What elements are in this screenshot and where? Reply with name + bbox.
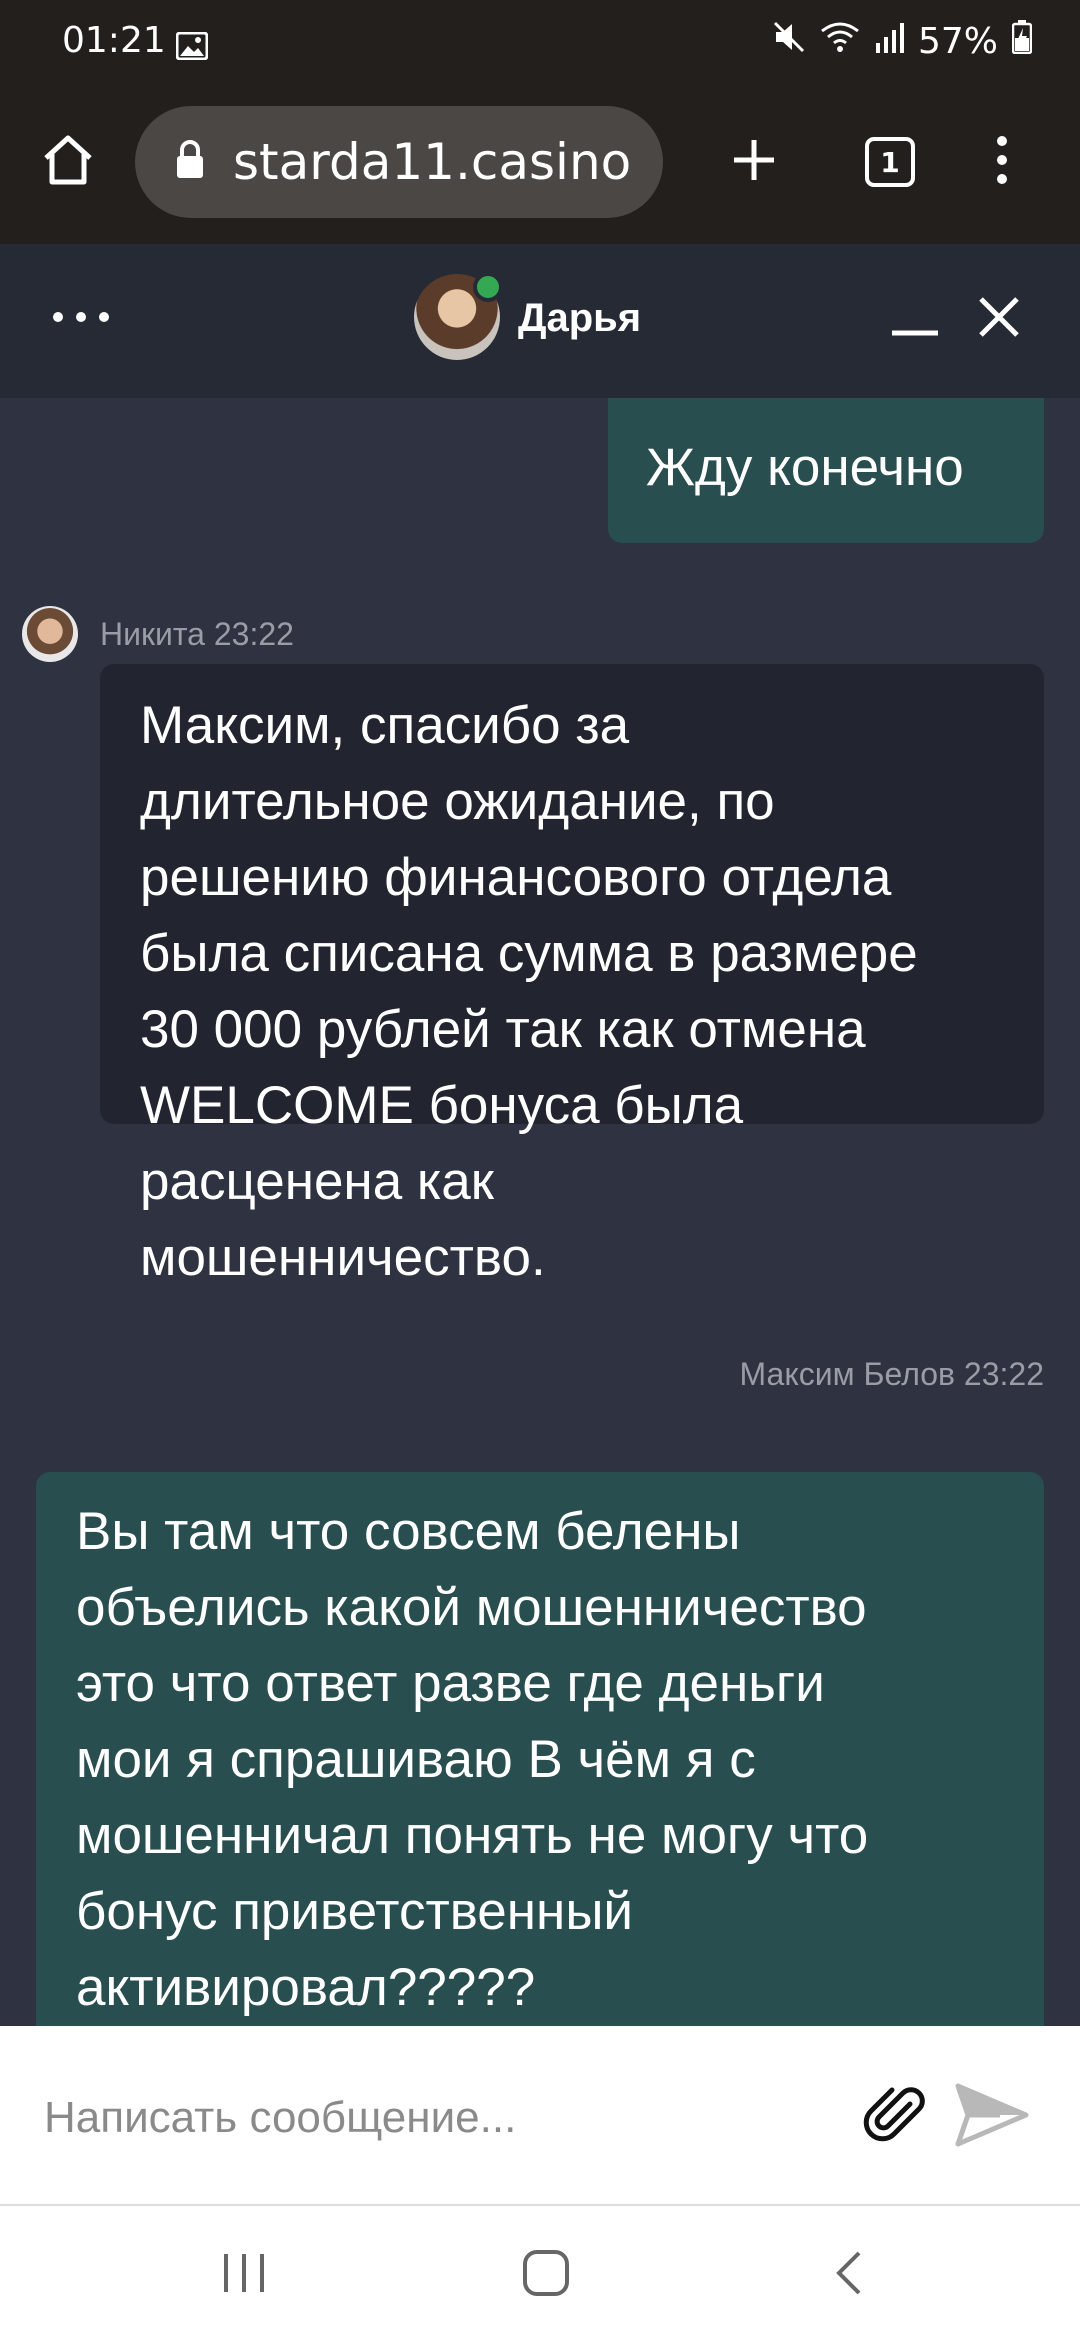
online-status-indicator [473, 272, 503, 302]
image-icon [175, 28, 209, 69]
browser-menu-button[interactable] [962, 122, 1042, 202]
message-bubble-outgoing: Вы там что совсем белены объелись какой … [36, 1472, 1044, 2026]
back-button[interactable] [808, 2240, 888, 2310]
tab-count: 1 [880, 145, 900, 179]
home-icon [40, 132, 96, 193]
message-line: мошенничество. [140, 1228, 546, 1287]
status-time: 01:21 [62, 20, 166, 61]
system-navigation-bar [0, 2206, 1080, 2340]
home-button[interactable] [28, 122, 108, 202]
status-bar: 01:21 57% [0, 0, 1080, 86]
chat-options-button[interactable] [46, 284, 116, 354]
chat-header: Дарья [0, 244, 1080, 398]
minimize-icon [890, 297, 940, 342]
attach-button[interactable] [862, 2082, 932, 2152]
new-tab-icon [730, 136, 778, 189]
message-bubble-outgoing: Жду конечно [608, 398, 1044, 543]
browser-toolbar: starda11.casino 1 [0, 86, 1080, 244]
message-line: Вы там что совсем белены [76, 1502, 741, 1561]
signal-icon [874, 21, 904, 62]
attach-icon [862, 2087, 932, 2156]
tabs-button[interactable]: 1 [850, 122, 930, 202]
home-nav-icon [521, 2248, 571, 2303]
url-text: starda11.casino [233, 133, 632, 191]
message-line: решению финансового отдела [140, 848, 892, 907]
message-line: это что ответ разве где деньги [76, 1654, 825, 1713]
message-meta: Максим Белов 23:22 [739, 1356, 1044, 1392]
address-bar[interactable]: starda11.casino [135, 106, 663, 218]
message-text: Жду конечно [646, 438, 964, 497]
message-line: длительное ожидание, по [140, 772, 775, 831]
back-icon [833, 2249, 863, 2302]
message-text: Вы там что совсем белены объелись какой … [76, 1494, 868, 2026]
message-input[interactable] [44, 2088, 804, 2148]
message-line: 30 000 рублей так как отмена [140, 1000, 866, 1059]
message-composer [0, 2026, 1080, 2206]
battery-level: 57% [917, 21, 998, 62]
message-line: расценена как [140, 1152, 494, 1211]
new-tab-button[interactable] [714, 122, 794, 202]
home-nav-button[interactable] [506, 2240, 586, 2310]
message-line: была списана сумма в размере [140, 924, 918, 983]
message-line: бонус приветственный [76, 1882, 634, 1941]
battery-icon [1011, 20, 1033, 63]
message-bubble-incoming: Максим, спасибо за длительное ожидание, … [100, 664, 1044, 1287]
message-line: WELCOME бонуса была [140, 1076, 744, 1135]
message-line: мошенничал понять не могу что [76, 1806, 869, 1865]
agent-name: Дарья [518, 296, 642, 340]
lock-icon [175, 140, 205, 185]
message-meta: Никита 23:22 [100, 616, 294, 652]
mute-icon [772, 20, 806, 63]
message-line: мои я спрашиваю В чём я с [76, 1730, 756, 1789]
message-list[interactable]: Жду конечно Никита 23:22 Максим, спасибо… [0, 398, 1080, 2026]
minimize-chat-button[interactable] [880, 284, 950, 354]
recent-apps-button[interactable] [204, 2240, 284, 2310]
message-line: активировал????? [76, 1958, 536, 2017]
menu-icon [994, 134, 1010, 191]
more-icon [51, 310, 111, 329]
send-icon [954, 2083, 1030, 2154]
close-chat-button[interactable] [964, 284, 1034, 354]
send-button[interactable] [954, 2080, 1030, 2156]
wifi-icon [820, 21, 860, 62]
message-line: объелись какой мошенничество [76, 1578, 867, 1637]
message-text: Максим, спасибо за длительное ожидание, … [140, 688, 918, 1296]
agent-message-avatar [22, 606, 78, 662]
recent-apps-icon [221, 2252, 267, 2299]
close-icon [977, 295, 1021, 344]
message-line: Максим, спасибо за [140, 696, 630, 755]
tabs-icon: 1 [865, 137, 915, 187]
